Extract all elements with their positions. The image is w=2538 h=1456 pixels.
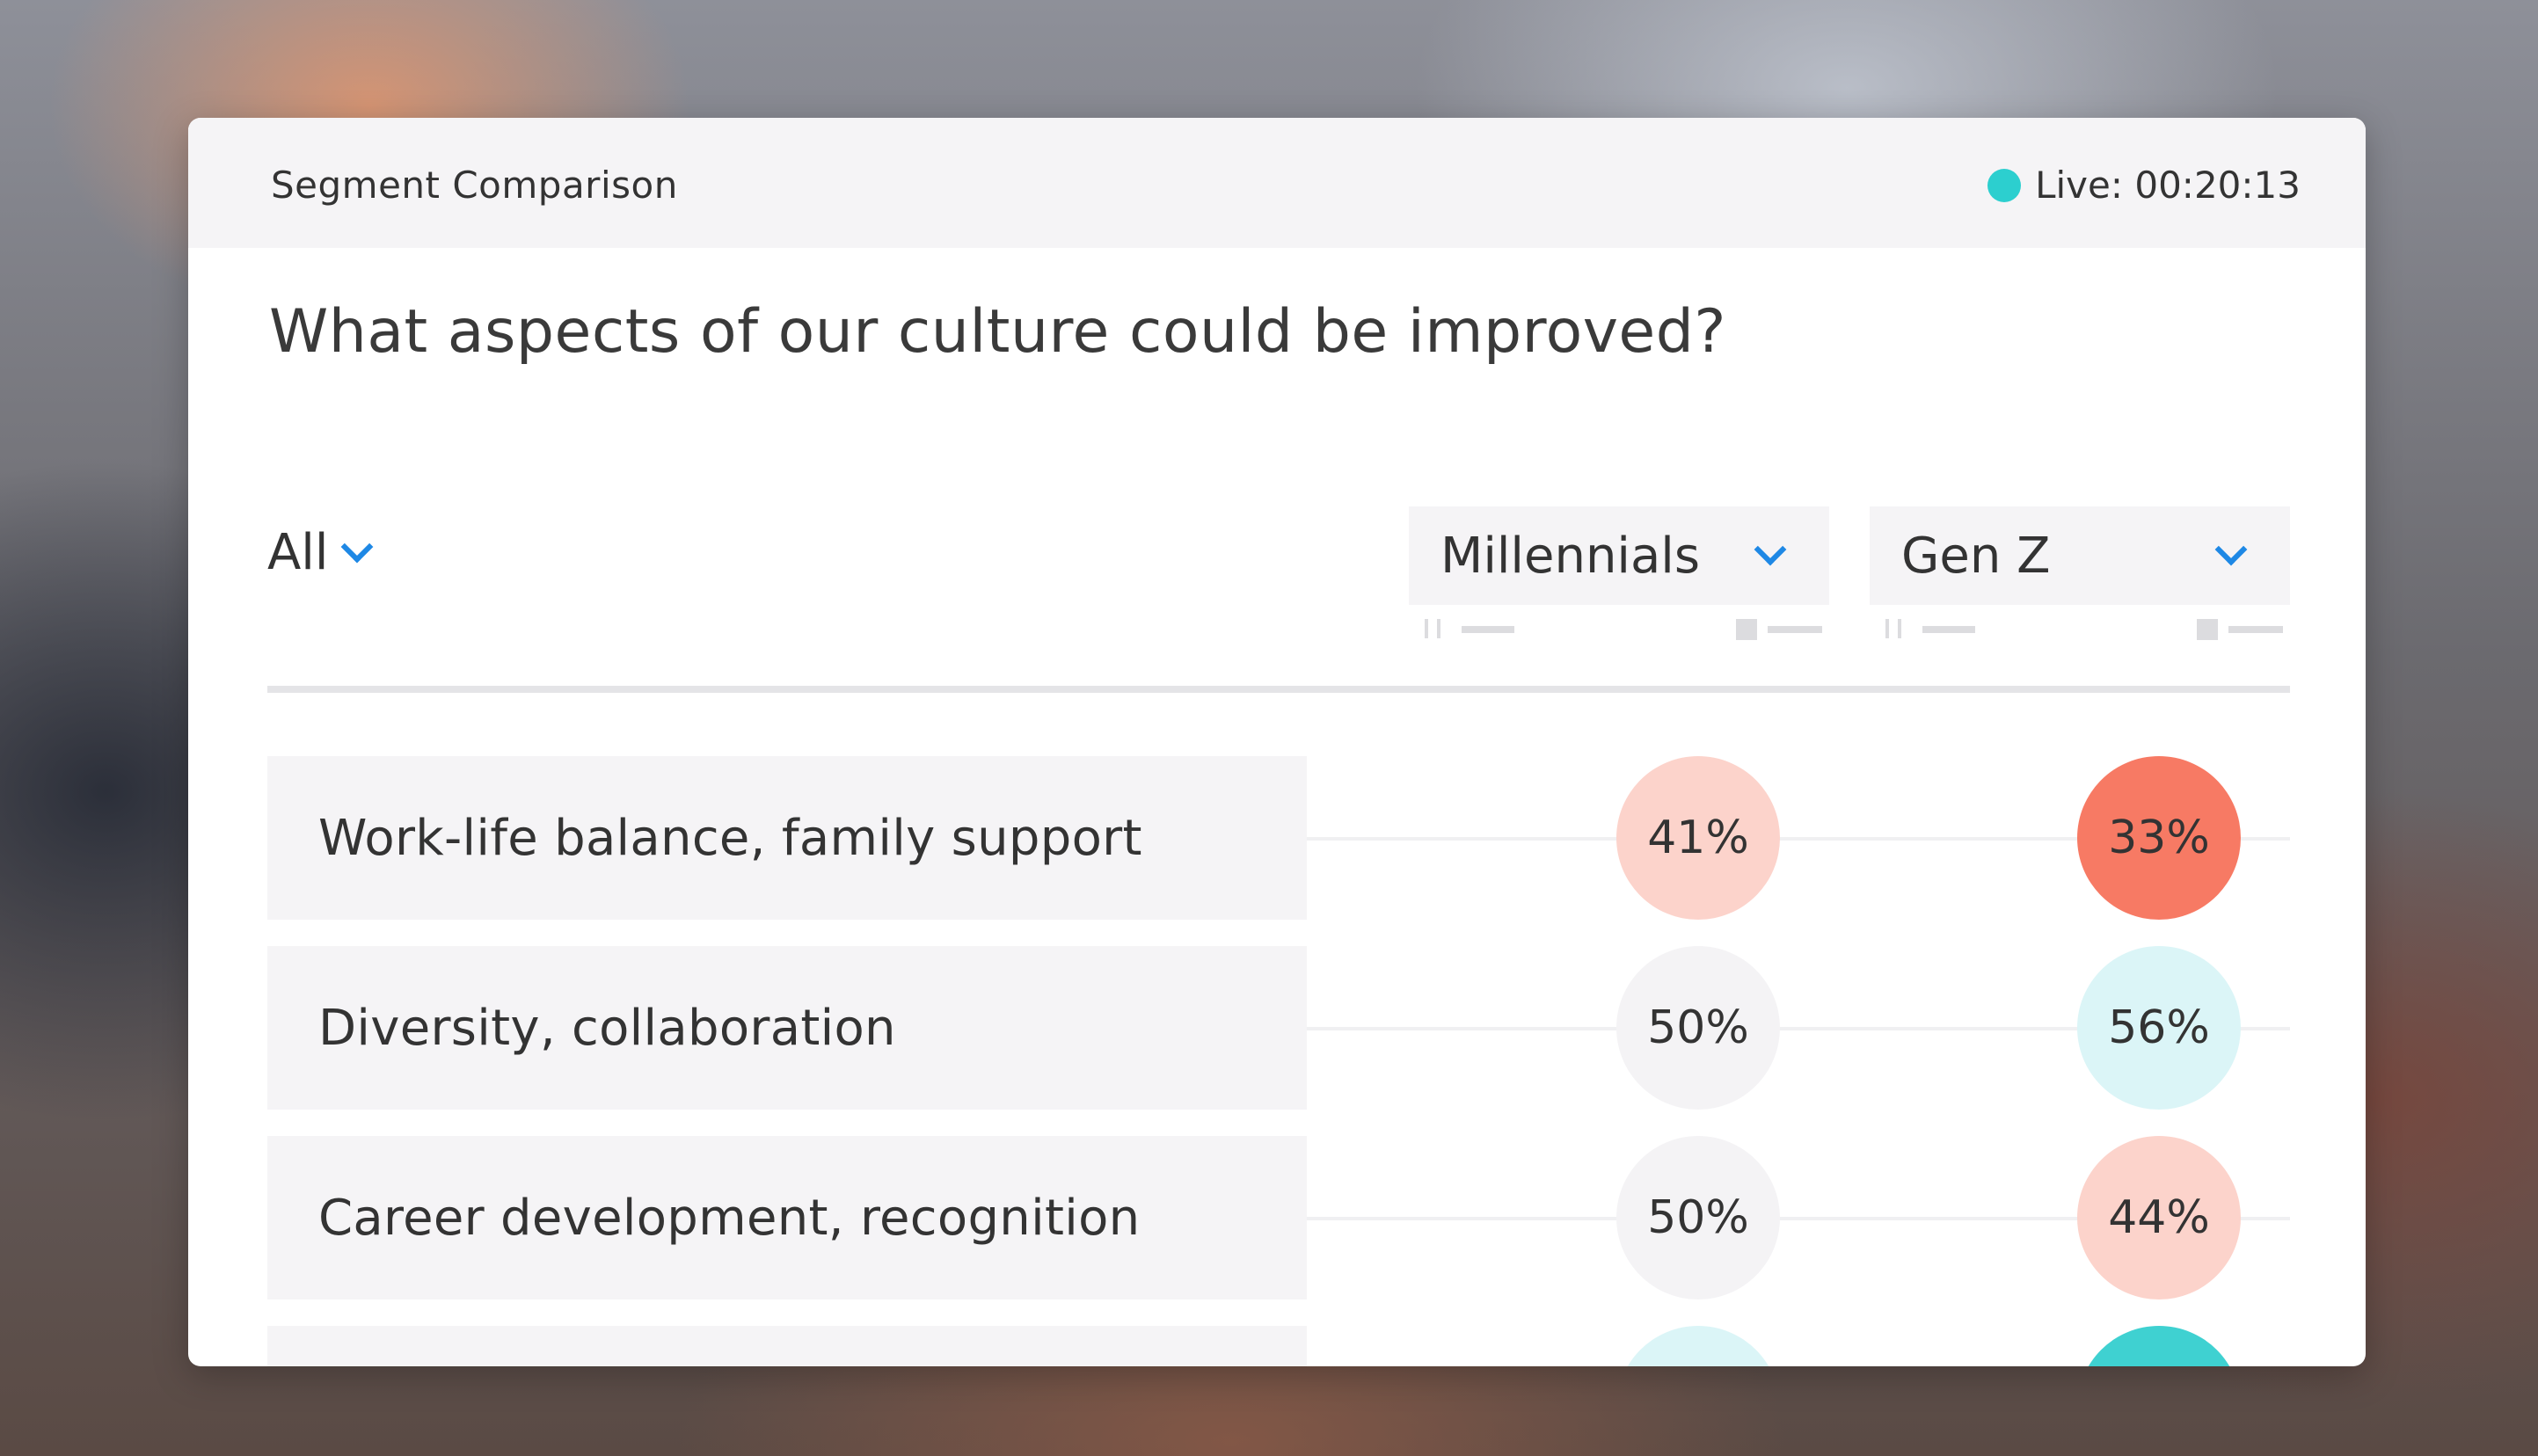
segment-label: Gen Z bbox=[1901, 527, 2051, 585]
filter-dropdown[interactable]: All bbox=[267, 524, 374, 581]
millennials-bubble bbox=[1616, 1326, 1780, 1366]
pause-icon bbox=[1425, 619, 1428, 638]
row-label: Career development, recognition bbox=[267, 1136, 1307, 1299]
genz-bubble: 44% bbox=[2077, 1136, 2241, 1299]
millennials-bubble: 50% bbox=[1616, 946, 1780, 1110]
legend-square-icon bbox=[2197, 619, 2218, 640]
legend-bar bbox=[1462, 626, 1514, 633]
row-label: Diversity, collaboration bbox=[267, 946, 1307, 1110]
segment-label: Millennials bbox=[1440, 527, 1701, 585]
table-row[interactable] bbox=[267, 1326, 2290, 1366]
legend-bar bbox=[1922, 626, 1975, 633]
genz-bubble: 33% bbox=[2077, 756, 2241, 920]
table-row[interactable]: Diversity, collaboration 50% 56% bbox=[267, 946, 2290, 1110]
segment-legend-genz bbox=[1885, 617, 2283, 640]
filter-label: All bbox=[267, 524, 329, 581]
genz-bubble bbox=[2077, 1326, 2241, 1366]
segment-legend-millennials bbox=[1425, 617, 1822, 640]
millennials-bubble: 50% bbox=[1616, 1136, 1780, 1299]
header-divider bbox=[267, 686, 2290, 693]
millennials-bubble: 41% bbox=[1616, 756, 1780, 920]
segment-comparison-card: Segment Comparison Live: 00:20:13 What a… bbox=[188, 118, 2366, 1366]
genz-bubble: 56% bbox=[2077, 946, 2241, 1110]
pause-icon bbox=[1437, 619, 1440, 638]
pause-icon bbox=[1898, 619, 1901, 638]
legend-bar bbox=[2228, 626, 2283, 633]
segment-dropdown-millennials[interactable]: Millennials bbox=[1409, 506, 1829, 605]
question-title: What aspects of our culture could be imp… bbox=[269, 297, 1727, 367]
row-label bbox=[267, 1326, 1307, 1366]
table-row[interactable]: Career development, recognition 50% 44% bbox=[267, 1136, 2290, 1299]
live-timer: Live: 00:20:13 bbox=[2035, 164, 2301, 207]
legend-bar bbox=[1768, 626, 1822, 633]
header-title: Segment Comparison bbox=[271, 164, 678, 207]
card-header: Segment Comparison Live: 00:20:13 bbox=[188, 118, 2366, 248]
chevron-down-icon bbox=[341, 530, 374, 563]
segment-dropdown-genz[interactable]: Gen Z bbox=[1870, 506, 2290, 605]
live-dot-icon bbox=[1987, 168, 2022, 202]
live-indicator: Live: 00:20:13 bbox=[1987, 164, 2301, 207]
legend-square-icon bbox=[1736, 619, 1757, 640]
chevron-down-icon bbox=[1754, 533, 1787, 566]
row-label: Work-life balance, family support bbox=[267, 756, 1307, 920]
chevron-down-icon bbox=[2214, 533, 2248, 566]
pause-icon bbox=[1885, 619, 1889, 638]
table-row[interactable]: Work-life balance, family support 41% 33… bbox=[267, 756, 2290, 920]
